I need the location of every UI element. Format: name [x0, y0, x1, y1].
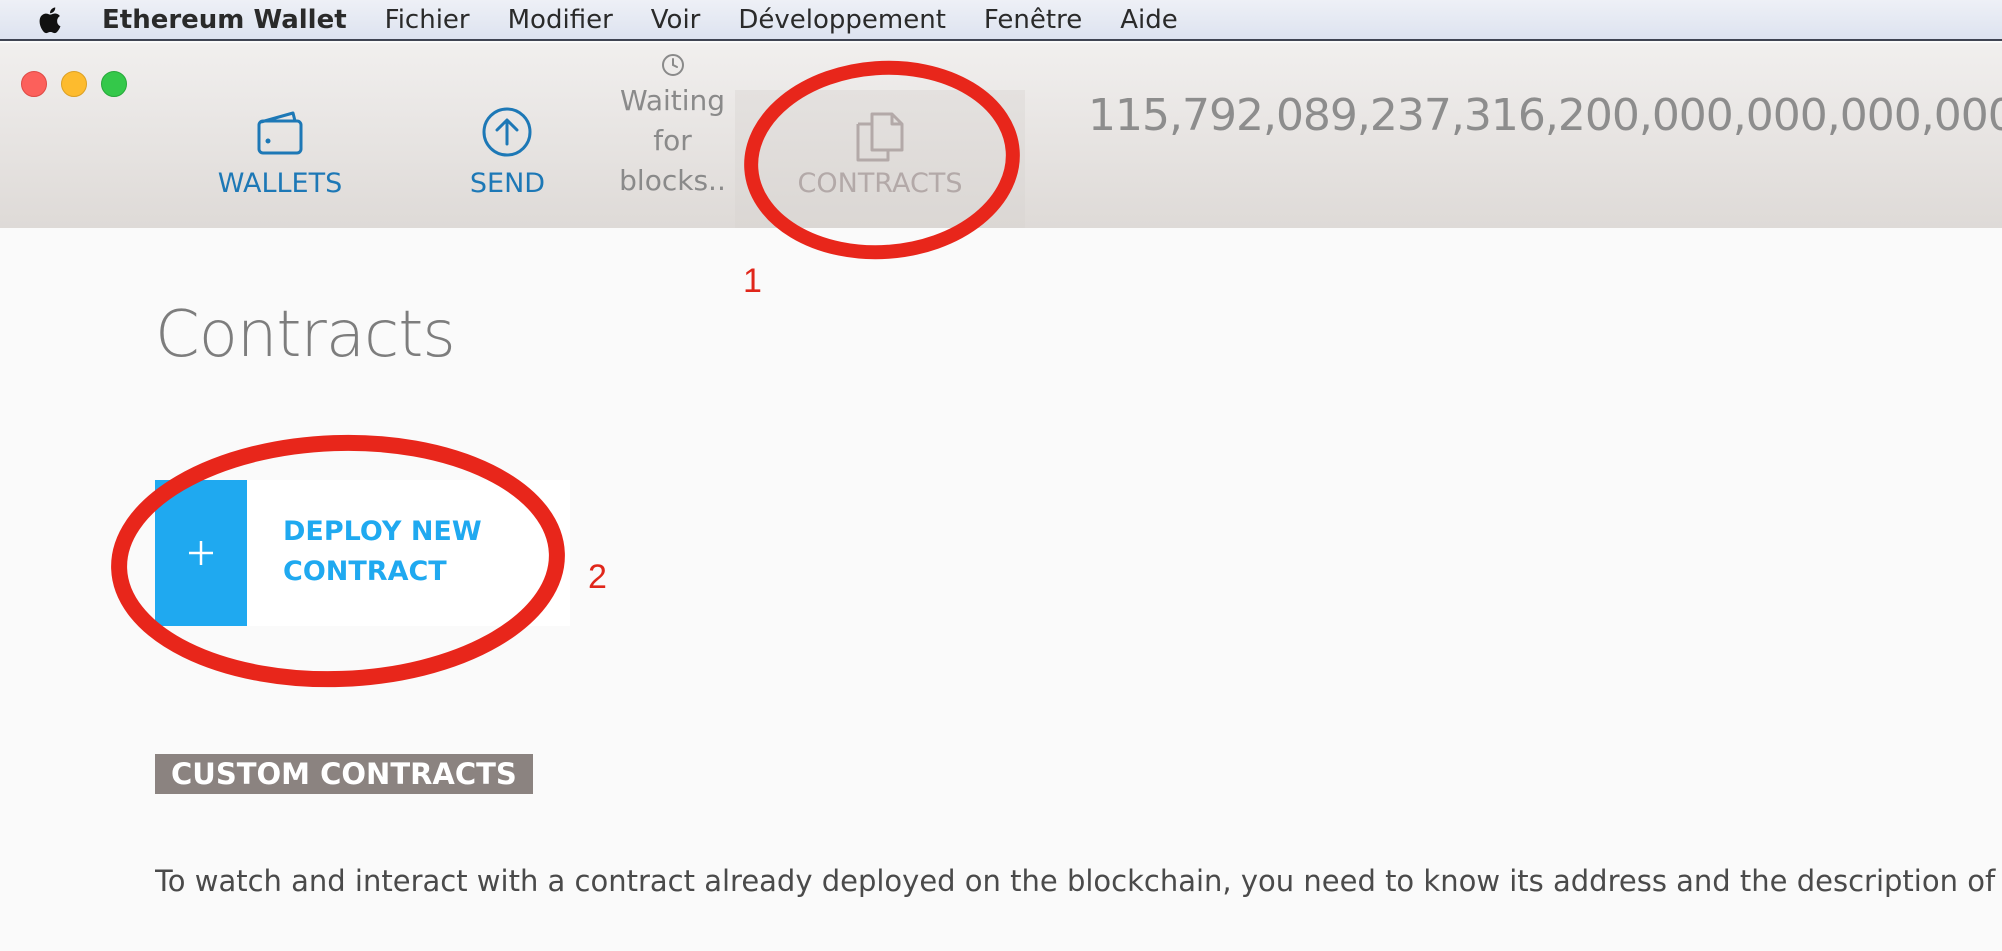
- plus-icon: [189, 541, 213, 565]
- zoom-window-button[interactable]: [101, 71, 127, 97]
- contracts-icon: [856, 112, 904, 162]
- annotation-step-1: 1: [743, 262, 762, 300]
- menu-fichier[interactable]: Fichier: [385, 5, 470, 35]
- tab-wallets-label: WALLETS: [217, 168, 343, 199]
- sync-status-line1: Waiting: [619, 84, 726, 117]
- apple-icon[interactable]: [34, 5, 64, 35]
- deploy-button-label: DEPLOY NEW CONTRACT: [283, 512, 553, 592]
- wallet-icon: [257, 111, 303, 155]
- custom-contracts-description: To watch and interact with a contract al…: [155, 864, 2002, 898]
- tab-send[interactable]: SEND: [440, 107, 575, 210]
- menu-app-name[interactable]: Ethereum Wallet: [102, 5, 347, 35]
- page-title: Contracts: [155, 298, 456, 372]
- menu-developpement[interactable]: Développement: [738, 5, 946, 35]
- custom-contracts-heading: CUSTOM CONTRACTS: [155, 754, 533, 794]
- tab-contracts[interactable]: CONTRACTS: [735, 90, 1025, 234]
- clock-icon: [661, 54, 684, 76]
- menu-aide[interactable]: Aide: [1120, 5, 1178, 35]
- menu-modifier[interactable]: Modifier: [508, 5, 613, 35]
- tab-wallets[interactable]: WALLETS: [200, 110, 360, 210]
- tab-send-label: SEND: [469, 168, 546, 199]
- sync-status: Waiting for blocks..: [610, 53, 735, 201]
- close-window-button[interactable]: [21, 71, 47, 97]
- macos-menu-bar: Ethereum Wallet Fichier Modifier Voir Dé…: [0, 0, 2002, 41]
- deploy-label-line2: CONTRACT: [283, 556, 447, 587]
- sync-status-line2: for: [653, 124, 692, 157]
- active-tab-indicator: [735, 228, 1025, 234]
- deploy-plus-box: [155, 480, 247, 626]
- deploy-label-line1: DEPLOY NEW: [283, 516, 482, 547]
- menu-fenetre[interactable]: Fenêtre: [984, 5, 1082, 35]
- balance-display: 115,792,089,237,316,200,000,000,000,000,: [1088, 90, 2002, 141]
- menu-voir[interactable]: Voir: [651, 5, 701, 35]
- annotation-step-2: 2: [588, 558, 607, 596]
- minimize-window-button[interactable]: [61, 71, 87, 97]
- deploy-new-contract-button[interactable]: DEPLOY NEW CONTRACT: [155, 480, 570, 626]
- send-icon: [482, 107, 532, 157]
- sync-status-line3: blocks..: [619, 164, 726, 197]
- tab-contracts-label: CONTRACTS: [797, 168, 963, 199]
